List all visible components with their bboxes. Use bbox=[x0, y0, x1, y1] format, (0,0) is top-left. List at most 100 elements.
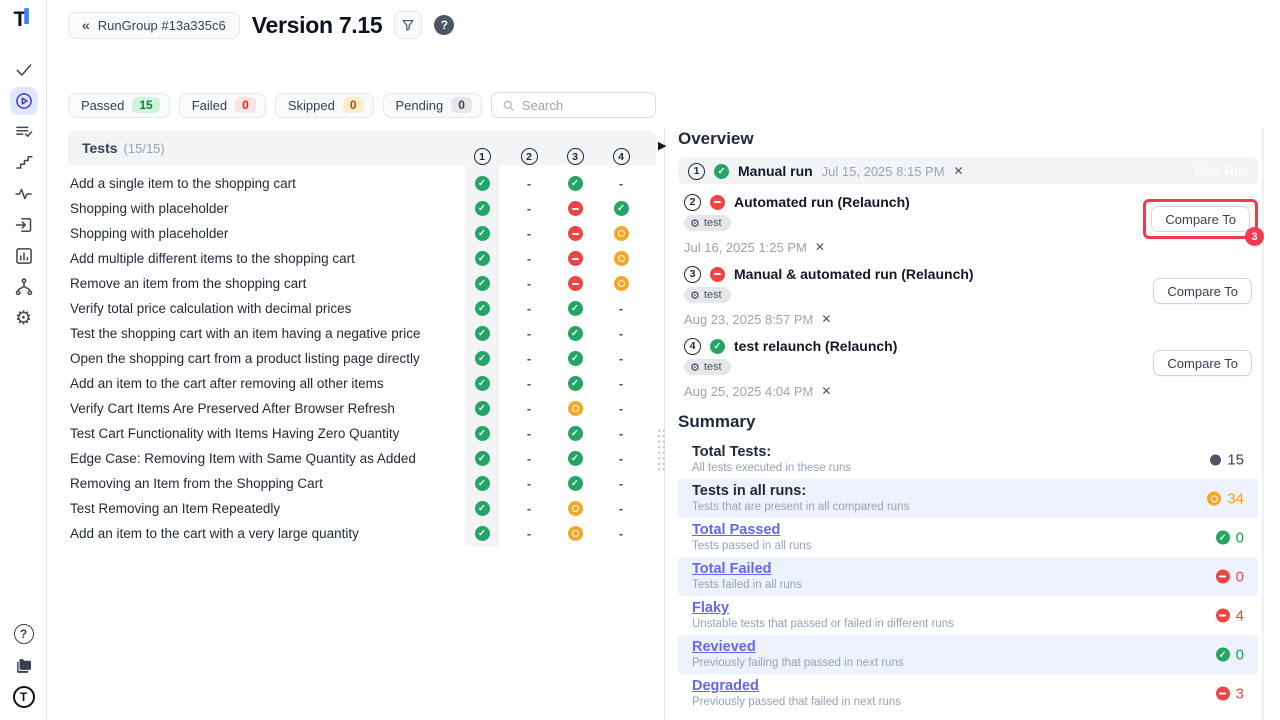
test-status-cell: ✓ bbox=[558, 451, 592, 466]
run-column-header[interactable]: 2 bbox=[512, 148, 546, 165]
summary-description: Tests failed in all runs bbox=[692, 578, 1244, 593]
compare-to-button[interactable]: Compare To bbox=[1153, 278, 1252, 304]
test-row[interactable]: Removing an Item from the Shopping Cart✓… bbox=[68, 471, 656, 496]
run-block: 4✓test relaunch (Relaunch)⚙testAug 25, 2… bbox=[678, 338, 1258, 399]
run-date-line: Aug 23, 2025 8:57 PM✕ bbox=[684, 311, 1258, 327]
filter-chip-count: 15 bbox=[132, 97, 159, 113]
test-status-cell: - bbox=[512, 276, 546, 291]
status-passed-icon: ✓ bbox=[568, 326, 583, 341]
test-status-cell: ✓ bbox=[465, 276, 499, 291]
test-name: Verify total price calculation with deci… bbox=[68, 301, 351, 316]
remove-run-icon[interactable]: ✕ bbox=[821, 312, 831, 326]
test-row[interactable]: Open the shopping cart from a product li… bbox=[68, 346, 656, 371]
bar-chart-icon[interactable] bbox=[10, 242, 38, 270]
run-date-line: Aug 25, 2025 4:04 PM✕ bbox=[684, 383, 1258, 399]
test-status-cell: ✓ bbox=[465, 351, 499, 366]
status-passed-icon: ✓ bbox=[475, 176, 490, 191]
test-status-cell: ✓ bbox=[558, 176, 592, 191]
test-name: Shopping with placeholder bbox=[68, 226, 228, 241]
help-circle-icon[interactable]: ? bbox=[14, 624, 34, 644]
test-row[interactable]: Remove an item from the shopping cart✓- bbox=[68, 271, 656, 296]
settings-gear-icon[interactable]: ⚙ bbox=[10, 304, 38, 332]
compare-to-button[interactable]: Compare To bbox=[1151, 206, 1250, 232]
tag-pill[interactable]: ⚙test bbox=[684, 215, 731, 231]
run-number-badge: 4 bbox=[684, 338, 701, 355]
status-none-dash: - bbox=[527, 326, 531, 341]
library-icon[interactable] bbox=[13, 654, 35, 676]
filter-skipped-button[interactable]: Skipped0 bbox=[275, 93, 374, 118]
main-run-row[interactable]: 1 ✓ Manual run Jul 15, 2025 8:15 PM ✕ Ma… bbox=[678, 158, 1258, 184]
test-status-cell: - bbox=[604, 176, 638, 191]
test-row[interactable]: Test the shopping cart with an item havi… bbox=[68, 321, 656, 346]
status-none-dash: - bbox=[527, 251, 531, 266]
collapse-panel-icon[interactable]: ▶ bbox=[658, 139, 666, 152]
test-row[interactable]: Add an item to the cart after removing a… bbox=[68, 371, 656, 396]
test-name: Verify Cart Items Are Preserved After Br… bbox=[68, 401, 395, 416]
test-status-cell bbox=[558, 251, 592, 266]
remove-run-icon[interactable]: ✕ bbox=[815, 240, 825, 254]
test-status-cell: - bbox=[512, 326, 546, 341]
summary-link[interactable]: Flaky bbox=[692, 600, 1244, 617]
status-failed-icon bbox=[1216, 609, 1230, 623]
summary-link[interactable]: Total Passed bbox=[692, 522, 1244, 539]
filter-passed-button[interactable]: Passed15 bbox=[68, 93, 170, 118]
summary-link[interactable]: Degraded bbox=[692, 678, 1244, 695]
status-failed-icon bbox=[568, 226, 583, 241]
run-number-badge: 3 bbox=[567, 148, 584, 165]
remove-run-icon[interactable]: ✕ bbox=[954, 164, 964, 178]
pane-divider bbox=[664, 128, 665, 720]
summary-label: Tests in all runs: bbox=[692, 483, 1244, 500]
panel-scrollbar[interactable] bbox=[1262, 128, 1264, 720]
main-run-badge: Main Run bbox=[1195, 164, 1249, 178]
test-row[interactable]: Add multiple different items to the shop… bbox=[68, 246, 656, 271]
status-failed-icon bbox=[710, 195, 725, 210]
test-row[interactable]: Verify total price calculation with deci… bbox=[68, 296, 656, 321]
import-box-icon[interactable] bbox=[10, 211, 38, 239]
test-status-cell: - bbox=[512, 351, 546, 366]
footer-logo-icon[interactable]: T bbox=[13, 686, 35, 708]
summary-count: 0 bbox=[1236, 646, 1244, 663]
back-to-rungroup-button[interactable]: « RunGroup #13a335c6 bbox=[68, 12, 240, 39]
filter-funnel-button[interactable] bbox=[394, 11, 422, 39]
status-none-dash: - bbox=[619, 426, 623, 441]
test-row[interactable]: Verify Cart Items Are Preserved After Br… bbox=[68, 396, 656, 421]
status-skipped-icon bbox=[1207, 492, 1221, 506]
summary-link[interactable]: Total Failed bbox=[692, 561, 1244, 578]
summary-link[interactable]: Revieved bbox=[692, 639, 1244, 656]
steps-icon[interactable] bbox=[10, 149, 38, 177]
tag-label: test bbox=[704, 217, 722, 229]
branch-icon[interactable] bbox=[10, 273, 38, 301]
summary-row: FlakyUnstable tests that passed or faile… bbox=[678, 596, 1258, 635]
tag-pill[interactable]: ⚙test bbox=[684, 287, 731, 303]
run-column-header[interactable]: 1 bbox=[465, 148, 499, 165]
tag-pill[interactable]: ⚙test bbox=[684, 359, 731, 375]
test-status-cell bbox=[558, 526, 592, 541]
brand-logo[interactable]: T▌ bbox=[0, 8, 47, 32]
run-column-header[interactable]: 3 bbox=[558, 148, 592, 165]
test-status-cell: ✓ bbox=[465, 201, 499, 216]
test-status-cell: ✓ bbox=[558, 376, 592, 391]
status-none-dash: - bbox=[527, 451, 531, 466]
playlist-check-icon[interactable] bbox=[10, 118, 38, 146]
filter-pending-button[interactable]: Pending0 bbox=[383, 93, 482, 118]
remove-run-icon[interactable]: ✕ bbox=[821, 384, 831, 398]
test-row[interactable]: Add a single item to the shopping cart✓-… bbox=[68, 171, 656, 196]
help-button[interactable]: ? bbox=[434, 15, 454, 35]
test-row[interactable]: Shopping with placeholder✓-✓ bbox=[68, 196, 656, 221]
status-none-dash: - bbox=[527, 301, 531, 316]
activity-icon[interactable] bbox=[10, 180, 38, 208]
test-row[interactable]: Edge Case: Removing Item with Same Quant… bbox=[68, 446, 656, 471]
run-column-header[interactable]: 4 bbox=[604, 148, 638, 165]
check-icon[interactable] bbox=[10, 56, 38, 84]
resize-grip-handle[interactable] bbox=[657, 428, 666, 470]
status-none-dash: - bbox=[527, 376, 531, 391]
search-input[interactable] bbox=[522, 98, 642, 113]
compare-to-button[interactable]: Compare To bbox=[1153, 350, 1252, 376]
play-circle-icon[interactable] bbox=[10, 87, 38, 115]
test-row[interactable]: Add an item to the cart with a very larg… bbox=[68, 521, 656, 546]
filter-failed-button[interactable]: Failed0 bbox=[179, 93, 266, 118]
test-row[interactable]: Shopping with placeholder✓- bbox=[68, 221, 656, 246]
test-row[interactable]: Test Removing an Item Repeatedly✓-- bbox=[68, 496, 656, 521]
test-row[interactable]: Test Cart Functionality with Items Havin… bbox=[68, 421, 656, 446]
overview-heading: Overview bbox=[678, 128, 1258, 150]
